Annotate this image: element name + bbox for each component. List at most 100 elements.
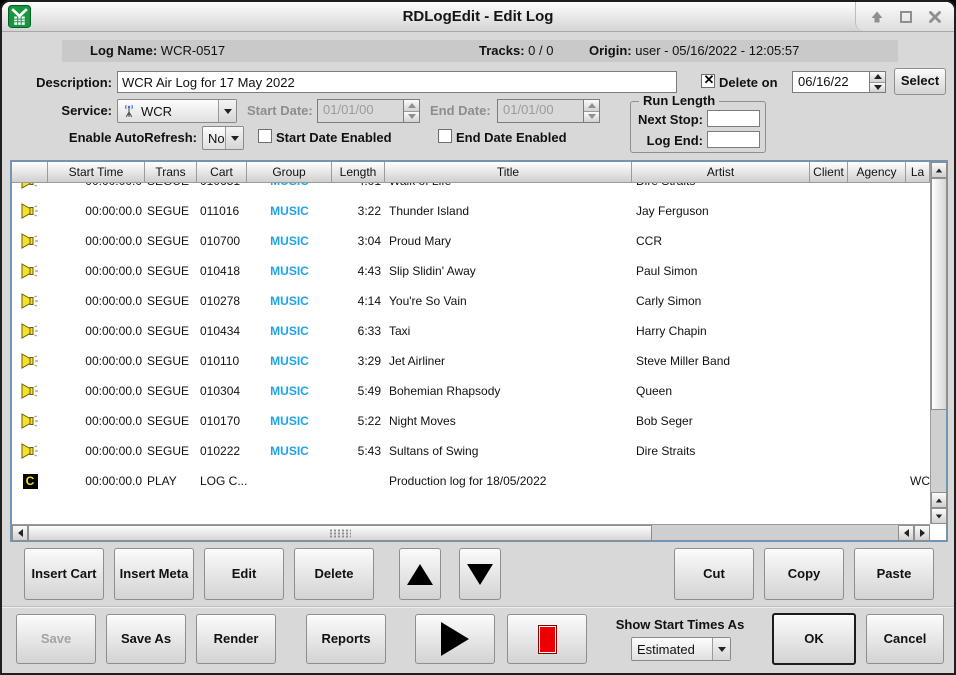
show-start-times-combobox[interactable]: Estimated xyxy=(631,637,731,661)
show-start-times-value: Estimated xyxy=(632,642,695,657)
stop-button[interactable] xyxy=(507,614,587,664)
chain-icon: C xyxy=(12,474,48,489)
vscroll-up2-icon[interactable] xyxy=(931,492,947,508)
vscroll-up-icon[interactable] xyxy=(931,162,947,178)
autorefresh-dropdown-icon[interactable] xyxy=(225,127,243,149)
column-header-cart[interactable]: Cart xyxy=(197,162,247,183)
table-row[interactable]: 00:00:00.0SEGUE010110MUSIC3:29Jet Airlin… xyxy=(12,346,930,376)
column-header-trans[interactable]: Trans xyxy=(145,162,197,183)
table-row[interactable]: 00:00:00.0SEGUE010651MUSIC4:01Walk of Li… xyxy=(12,183,930,196)
cell-cart: 010222 xyxy=(197,444,247,458)
cell-group: MUSIC xyxy=(247,414,332,428)
table-row[interactable]: 00:00:00.0SEGUE011016MUSIC3:22Thunder Is… xyxy=(12,196,930,226)
cancel-button[interactable]: Cancel xyxy=(866,614,944,664)
window-title: RDLogEdit - Edit Log xyxy=(2,2,954,32)
column-header-length[interactable]: Length xyxy=(332,162,385,183)
hscroll-left-icon[interactable] xyxy=(12,525,28,541)
move-up-button[interactable] xyxy=(399,548,441,600)
cell-length: 5:22 xyxy=(332,414,385,428)
start-date-value: 01/01/00 xyxy=(317,99,403,123)
end-date-down-icon xyxy=(584,111,599,123)
paste-button[interactable]: Paste xyxy=(854,548,934,600)
service-dropdown-icon[interactable] xyxy=(218,100,236,122)
log-name: Log Name: WCR-0517 xyxy=(90,40,225,62)
table-row[interactable]: 00:00:00.0SEGUE010170MUSIC5:22Night Move… xyxy=(12,406,930,436)
edit-button[interactable]: Edit xyxy=(204,548,284,600)
save-as-button[interactable]: Save As xyxy=(106,614,186,664)
start-date-enabled-checkbox[interactable]: ✕ xyxy=(258,129,272,143)
reports-button[interactable]: Reports xyxy=(306,614,386,664)
vscroll-down-icon[interactable] xyxy=(931,508,947,524)
column-header-agency[interactable]: Agency xyxy=(848,162,906,183)
show-start-times-dropdown-icon[interactable] xyxy=(712,638,730,660)
hscroll-right-icon[interactable] xyxy=(914,525,930,541)
table-row[interactable]: 00:00:00.0SEGUE010700MUSIC3:04Proud Mary… xyxy=(12,226,930,256)
column-header-icon[interactable] xyxy=(12,162,48,183)
ok-button[interactable]: OK xyxy=(772,613,856,665)
log-end-label: Log End: xyxy=(631,133,703,148)
close-icon[interactable] xyxy=(928,10,942,24)
speaker-icon xyxy=(12,323,48,339)
delete-button[interactable]: Delete xyxy=(294,548,374,600)
insert-cart-button[interactable]: Insert Cart xyxy=(24,548,104,600)
delete-date-spinbox[interactable]: 06/16/22 xyxy=(792,71,886,93)
vscroll-thumb[interactable] xyxy=(931,178,947,410)
shade-icon[interactable] xyxy=(870,10,884,24)
service-value: WCR xyxy=(136,104,172,119)
table-row[interactable]: C00:00:00.0PLAYLOG C...Production log fo… xyxy=(12,466,930,496)
cell-trans: PLAY xyxy=(145,474,197,488)
end-date-enabled-checkbox[interactable]: ✕ xyxy=(438,129,452,143)
show-start-times-label: Show Start Times As xyxy=(615,617,745,632)
cell-title: Sultans of Swing xyxy=(385,444,632,458)
log-info-bar: Log Name: WCR-0517 Tracks: 0 / 0 Origin:… xyxy=(62,40,898,62)
hscroll-left2-icon[interactable] xyxy=(898,525,914,541)
hscroll-thumb[interactable] xyxy=(28,525,652,541)
column-header-title[interactable]: Title xyxy=(385,162,632,183)
table-row[interactable]: 00:00:00.0SEGUE010418MUSIC4:43Slip Slidi… xyxy=(12,256,930,286)
delete-date-up-icon[interactable] xyxy=(870,72,885,82)
table-row[interactable]: 00:00:00.0SEGUE010304MUSIC5:49Bohemian R… xyxy=(12,376,930,406)
description-label: Description: xyxy=(2,75,112,90)
cell-group: MUSIC xyxy=(247,354,332,368)
column-header-starttime[interactable]: Start Time xyxy=(48,162,145,183)
table-row[interactable]: 00:00:00.0SEGUE010222MUSIC5:43Sultans of… xyxy=(12,436,930,466)
play-button[interactable] xyxy=(415,614,495,664)
cell-start_time: 00:00:00.0 xyxy=(48,474,145,488)
column-header-client[interactable]: Client xyxy=(810,162,848,183)
vertical-scrollbar xyxy=(930,162,946,524)
log-end-value xyxy=(707,131,760,148)
delete-on-label: Delete on xyxy=(719,75,778,90)
cell-trans: SEGUE xyxy=(145,204,197,218)
column-header-group[interactable]: Group xyxy=(247,162,332,183)
next-stop-label: Next Stop: xyxy=(631,112,703,127)
render-button[interactable]: Render xyxy=(196,614,276,664)
cell-artist: Paul Simon xyxy=(632,264,810,278)
column-header-la[interactable]: La xyxy=(906,162,930,183)
cell-cart: 010110 xyxy=(197,354,247,368)
select-button[interactable]: Select xyxy=(894,68,946,95)
cell-start_time: 00:00:00.0 xyxy=(48,414,145,428)
cell-cart: 010418 xyxy=(197,264,247,278)
table-row[interactable]: 00:00:00.0SEGUE010278MUSIC4:14You're So … xyxy=(12,286,930,316)
cell-trans: SEGUE xyxy=(145,234,197,248)
table-row[interactable]: 00:00:00.0SEGUE010434MUSIC6:33TaxiHarry … xyxy=(12,316,930,346)
insert-meta-button[interactable]: Insert Meta xyxy=(114,548,194,600)
description-input[interactable] xyxy=(117,71,677,93)
column-header-artist[interactable]: Artist xyxy=(632,162,810,183)
service-combobox[interactable]: WCR xyxy=(117,99,237,123)
copy-button[interactable]: Copy xyxy=(764,548,844,600)
cell-cart: 010700 xyxy=(197,234,247,248)
end-date-spinbox: 01/01/00 xyxy=(497,99,600,123)
cut-button[interactable]: Cut xyxy=(674,548,754,600)
delete-date-down-icon[interactable] xyxy=(870,82,885,93)
origin: Origin: user - 05/16/2022 - 12:05:57 xyxy=(589,40,799,62)
cell-title: Bohemian Rhapsody xyxy=(385,384,632,398)
maximize-icon[interactable] xyxy=(899,10,913,24)
autorefresh-combobox[interactable]: No xyxy=(202,126,244,150)
move-down-button[interactable] xyxy=(459,548,501,600)
cell-title: Thunder Island xyxy=(385,204,632,218)
delete-on-checkbox[interactable]: ✕ xyxy=(701,74,715,88)
delete-date-value[interactable]: 06/16/22 xyxy=(792,71,869,93)
log-event-table: Start TimeTransCartGroupLengthTitleArtis… xyxy=(10,160,948,542)
start-date-up-icon xyxy=(404,100,419,111)
